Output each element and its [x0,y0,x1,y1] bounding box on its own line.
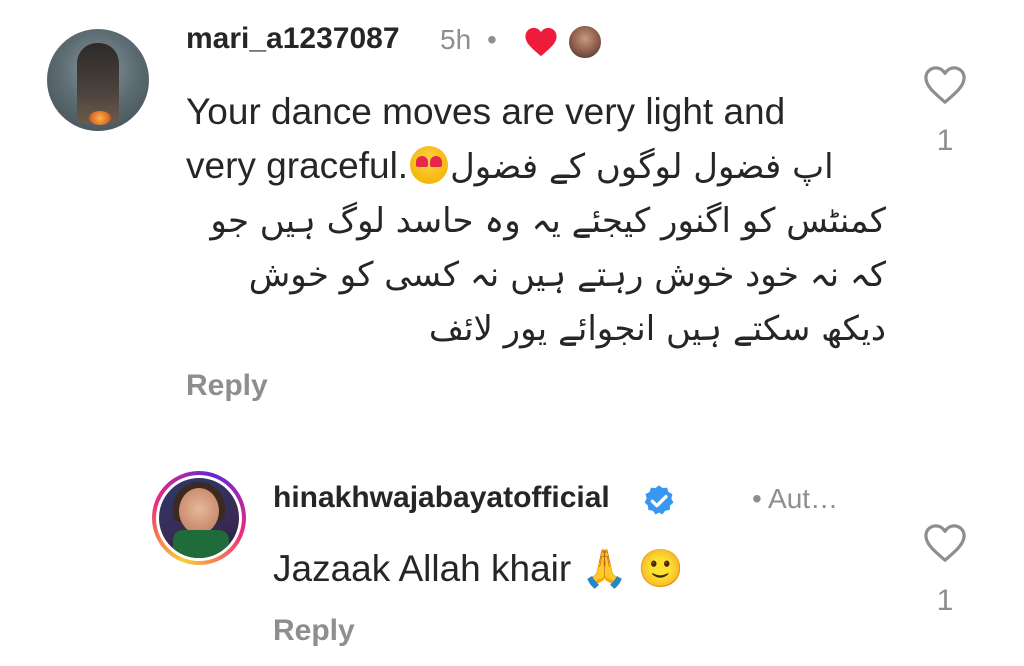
avatar-flag [173,530,229,558]
comment-item: mari_a1237087 5h • Your dance moves are … [0,0,1024,420]
reply-emojis: 🙏 🙂 [581,548,684,589]
reply-like-count: 1 [936,584,954,617]
avatar-fire [89,111,111,125]
heart-eyes-emoji-icon [410,146,449,184]
reply-avatar-photo [156,475,242,561]
reply-text: Jazaak Allah khair 🙏 🙂 [273,548,684,591]
comment-body: Your dance moves are very light and very… [186,85,906,356]
heart-filled-icon [525,27,557,57]
comment-text-line-2-ur: اپ فضول لوگوں کے فضول [450,147,834,187]
comments-screen: mari_a1237087 5h • Your dance moves are … [0,0,1024,666]
creator-avatar-icon [567,24,603,60]
comment-like-group: 1 [915,64,975,158]
comment-meta-separator: • [487,24,497,55]
comment-time: 5h [440,24,472,55]
user-avatar-story-ring-icon[interactable] [152,471,246,565]
reply-like-group: 1 [915,522,975,618]
comment-reply-button[interactable]: Reply [186,369,268,403]
comment-text-line-3: کمنٹس کو اگنور کیجئے یہ وہ حاسد لوگ ہیں … [210,201,886,241]
comment-text-line-4: کہ نہ خود خوش رہتے ہیں نہ کسی کو خوش [248,255,886,295]
verified-badge-icon [644,485,674,515]
reply-reply-button[interactable]: Reply [273,614,355,648]
reply-text-body: Jazaak Allah khair [273,548,572,589]
comment-username[interactable]: mari_a1237087 [186,22,400,56]
heart-outline-icon[interactable] [922,64,968,106]
user-avatar-icon[interactable] [47,29,149,131]
reply-username[interactable]: hinakhwajabayatofficial [273,481,610,515]
comment-text-line-1: Your dance moves are very light and [186,91,786,132]
avatar-face [179,488,219,534]
reply-meta: • Aut… [752,483,839,514]
comment-like-count: 1 [936,124,954,157]
comment-text-line-5: دیکھ سکتے ہیں انجوائے یور لائف [428,309,886,349]
comment-text-line-2-en: very graceful. [186,145,409,186]
heart-outline-icon[interactable] [922,522,968,564]
comment-text-line-2: very graceful. اپ فضول لوگوں کے فضول [186,139,906,194]
